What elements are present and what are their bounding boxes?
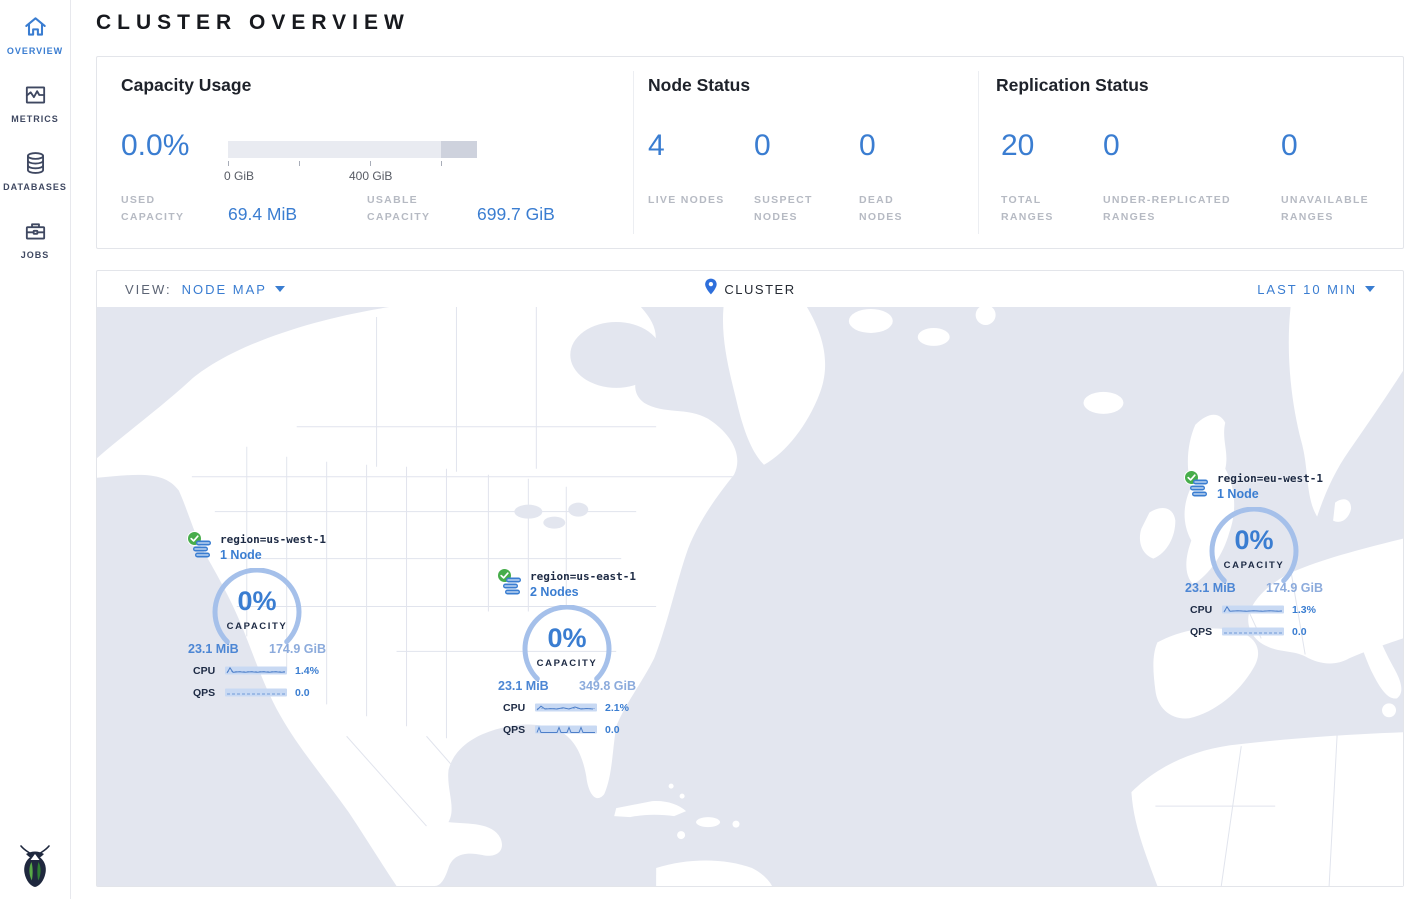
replication-status-title: Replication Status bbox=[996, 75, 1149, 96]
sidebar-item-label: DATABASES bbox=[0, 182, 70, 192]
cpu-value: 1.4% bbox=[295, 665, 319, 677]
node-marker-eu-west-1[interactable]: region=eu-west-1 1 Node 0% CAPACITY 23.1… bbox=[1184, 470, 1324, 641]
qps-label: QPS bbox=[193, 687, 225, 699]
capacity-axis-tick bbox=[299, 161, 300, 166]
qps-sparkline bbox=[225, 684, 287, 702]
live-nodes-label: LIVE NODES bbox=[648, 192, 728, 209]
page-title: CLUSTER OVERVIEW bbox=[96, 11, 1404, 35]
suspect-nodes-label: SUSPECT NODES bbox=[754, 192, 834, 226]
database-icon bbox=[0, 150, 70, 176]
qps-value: 0.0 bbox=[1292, 626, 1307, 638]
node-status-title: Node Status bbox=[648, 75, 750, 96]
cpu-value: 2.1% bbox=[605, 702, 629, 714]
capacity-axis-label: 0 GiB bbox=[224, 169, 254, 183]
view-selector-dropdown[interactable]: NODE MAP bbox=[182, 282, 285, 297]
qps-value: 0.0 bbox=[605, 724, 620, 736]
sidebar-item-databases[interactable]: DATABASES bbox=[0, 136, 70, 204]
metrics-icon bbox=[0, 82, 70, 108]
node-marker-us-west-1[interactable]: region=us-west-1 1 Node 0% CAPACITY 23.1… bbox=[187, 531, 327, 702]
qps-value: 0.0 bbox=[295, 687, 310, 699]
capacity-axis-tick bbox=[441, 161, 442, 166]
node-count-link[interactable]: 1 Node bbox=[1217, 487, 1324, 501]
database-stack-icon bbox=[502, 577, 523, 602]
under-replicated-ranges-label: UNDER-REPLICATED RANGES bbox=[1103, 192, 1263, 226]
view-label: VIEW: bbox=[125, 282, 172, 297]
sidebar-item-overview[interactable]: OVERVIEW bbox=[0, 0, 70, 68]
sidebar-item-label: JOBS bbox=[0, 250, 70, 260]
capacity-bar bbox=[228, 141, 477, 158]
capacity-bar-unusable-segment bbox=[441, 141, 477, 158]
total-ranges-value: 20 bbox=[1001, 129, 1034, 163]
cpu-label: CPU bbox=[1190, 604, 1222, 616]
panel-divider bbox=[633, 71, 634, 234]
qps-label: QPS bbox=[1190, 626, 1222, 638]
qps-sparkline bbox=[1222, 623, 1284, 641]
sidebar-item-jobs[interactable]: JOBS bbox=[0, 204, 70, 272]
dead-nodes-label: DEAD NODES bbox=[859, 192, 939, 226]
time-range-value: LAST 10 MIN bbox=[1257, 282, 1357, 297]
locality-label: region=us-west-1 bbox=[220, 533, 327, 546]
capacity-percent: 0.0% bbox=[121, 129, 189, 163]
map-toolbar: VIEW: NODE MAP CLUSTER LAST 10 MIN bbox=[97, 271, 1403, 307]
world-map[interactable]: region=us-west-1 1 Node 0% CAPACITY 23.1… bbox=[97, 307, 1403, 886]
locality-label: region=eu-west-1 bbox=[1217, 472, 1324, 485]
sidebar-item-label: METRICS bbox=[0, 114, 70, 124]
qps-label: QPS bbox=[503, 724, 535, 736]
main-content: CLUSTER OVERVIEW Capacity Usage 0.0% 0 G… bbox=[71, 11, 1418, 887]
cockroachdb-logo bbox=[16, 842, 54, 893]
sidebar-item-metrics[interactable]: METRICS bbox=[0, 68, 70, 136]
map-pin-icon bbox=[704, 278, 717, 300]
used-capacity-label: USED CAPACITY bbox=[121, 192, 213, 226]
node-map-panel: VIEW: NODE MAP CLUSTER LAST 10 MIN bbox=[96, 270, 1404, 887]
qps-sparkline bbox=[535, 721, 597, 739]
node-count-link[interactable]: 1 Node bbox=[220, 548, 327, 562]
locality-label: region=us-east-1 bbox=[530, 570, 637, 583]
total-ranges-label: TOTAL RANGES bbox=[1001, 192, 1081, 226]
unavailable-ranges-value: 0 bbox=[1281, 129, 1298, 163]
capacity-gauge-percent: 0% bbox=[1202, 525, 1306, 556]
database-stack-icon bbox=[192, 540, 213, 565]
cpu-label: CPU bbox=[503, 702, 535, 714]
suspect-nodes-value: 0 bbox=[754, 129, 771, 163]
home-icon bbox=[0, 14, 70, 40]
capacity-gauge: 0% CAPACITY bbox=[205, 568, 309, 652]
cpu-label: CPU bbox=[193, 665, 225, 677]
sidebar: OVERVIEW METRICS DATABASES bbox=[0, 0, 71, 899]
under-replicated-ranges-value: 0 bbox=[1103, 129, 1120, 163]
capacity-gauge: 0% CAPACITY bbox=[1202, 507, 1306, 591]
unavailable-ranges-label: UNAVAILABLE RANGES bbox=[1281, 192, 1391, 226]
cpu-value: 1.3% bbox=[1292, 604, 1316, 616]
sidebar-item-label: OVERVIEW bbox=[0, 46, 70, 56]
capacity-gauge-label: CAPACITY bbox=[1202, 560, 1306, 571]
usable-capacity-value: 699.7 GiB bbox=[477, 204, 555, 225]
capacity-usage-title: Capacity Usage bbox=[121, 75, 251, 96]
capacity-gauge-label: CAPACITY bbox=[515, 658, 619, 669]
capacity-gauge-label: CAPACITY bbox=[205, 621, 309, 632]
cpu-sparkline bbox=[1222, 601, 1284, 619]
usable-capacity-label: USABLE CAPACITY bbox=[367, 192, 459, 226]
panel-divider bbox=[978, 71, 979, 234]
live-nodes-value: 4 bbox=[648, 129, 665, 163]
used-capacity-value: 69.4 MiB bbox=[228, 204, 297, 225]
capacity-gauge-percent: 0% bbox=[515, 623, 619, 654]
cluster-summary-panel: Capacity Usage 0.0% 0 GiB 400 GiB USED C… bbox=[96, 56, 1404, 249]
capacity-gauge: 0% CAPACITY bbox=[515, 605, 619, 689]
dead-nodes-value: 0 bbox=[859, 129, 876, 163]
database-stack-icon bbox=[1189, 479, 1210, 504]
capacity-axis-tick bbox=[370, 161, 371, 166]
capacity-axis-tick bbox=[228, 161, 229, 166]
view-selector-value: NODE MAP bbox=[182, 282, 267, 297]
time-range-dropdown[interactable]: LAST 10 MIN bbox=[1257, 282, 1375, 297]
capacity-gauge-percent: 0% bbox=[205, 586, 309, 617]
capacity-axis-label: 400 GiB bbox=[349, 169, 392, 183]
breadcrumb[interactable]: CLUSTER bbox=[724, 282, 795, 297]
briefcase-icon bbox=[0, 218, 70, 244]
node-marker-us-east-1[interactable]: region=us-east-1 2 Nodes 0% CAPACITY 23.… bbox=[497, 568, 637, 739]
chevron-down-icon bbox=[275, 286, 285, 292]
cpu-sparkline bbox=[225, 662, 287, 680]
cpu-sparkline bbox=[535, 699, 597, 717]
chevron-down-icon bbox=[1365, 286, 1375, 292]
node-count-link[interactable]: 2 Nodes bbox=[530, 585, 637, 599]
